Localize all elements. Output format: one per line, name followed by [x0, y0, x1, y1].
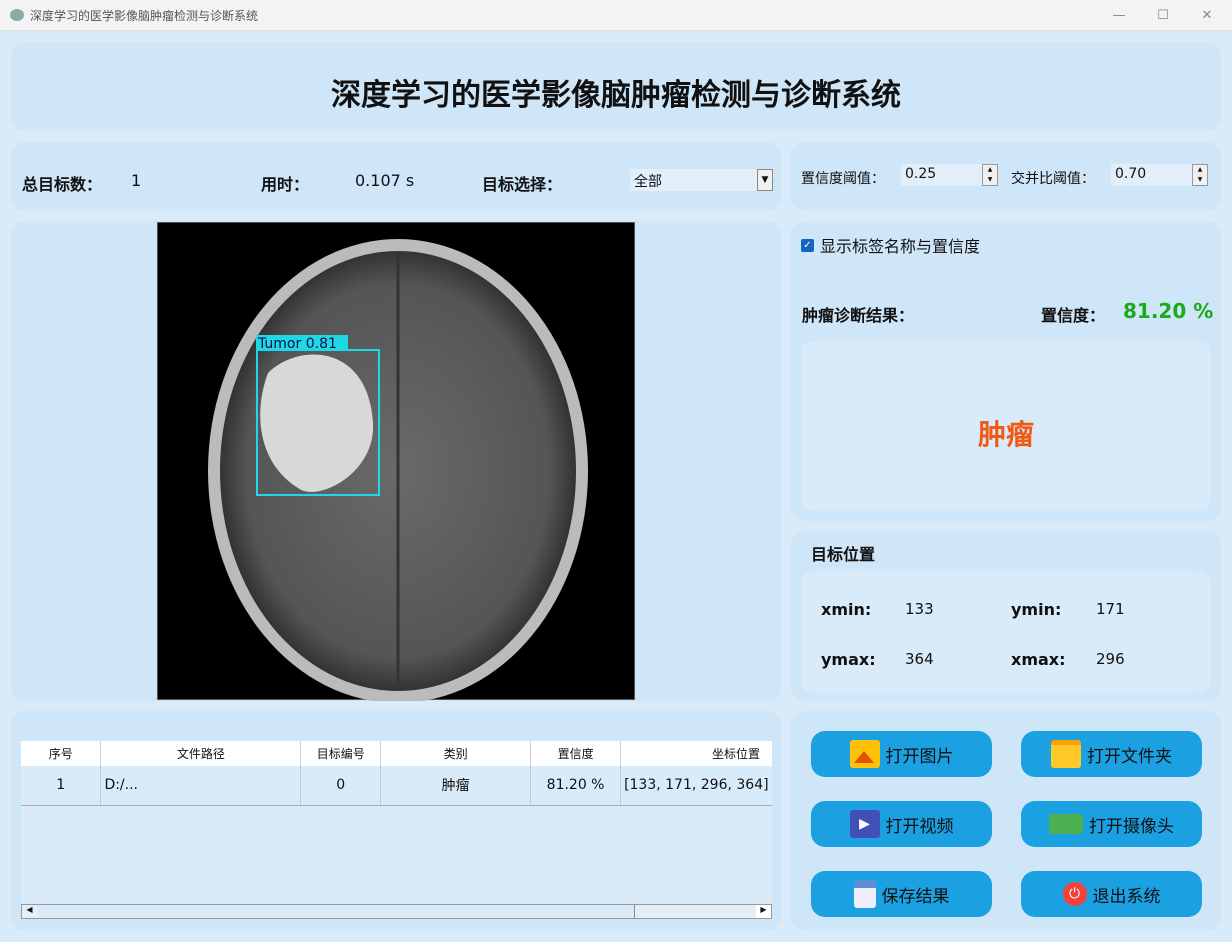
target-select-value: 全部 [634, 174, 662, 190]
col-class[interactable]: 类别 [380, 741, 532, 766]
ymax-value: 364 [905, 650, 934, 668]
diagnosis-result-box: 肿瘤 [801, 341, 1211, 511]
xmax-value: 296 [1096, 650, 1125, 668]
open-video-label: 打开视频 [885, 816, 954, 837]
close-button[interactable]: ✕ [1184, 0, 1230, 31]
xmin-value: 133 [905, 600, 934, 618]
cell-path: D:/... [100, 766, 302, 806]
show-labels-label: 显示标签名称与置信度 [820, 237, 981, 256]
video-icon: ▶ [849, 810, 880, 838]
camera-icon [1049, 814, 1083, 834]
open-image-button[interactable]: 打开图片 [811, 731, 992, 777]
save-results-button[interactable]: 保存结果 [811, 871, 992, 917]
chevron-down-icon[interactable]: ▼ [757, 169, 773, 191]
iou-threshold-value: 0.70 [1115, 166, 1147, 182]
power-icon: ⏻ [1062, 882, 1087, 906]
brain-scan-image: Tumor 0.81 [208, 239, 588, 703]
ymin-label: ymin: [1011, 600, 1062, 619]
conf-threshold-spinbox[interactable]: 0.25 ▲ ▼ [901, 164, 998, 186]
scrollbar-thumb[interactable] [38, 905, 635, 918]
folder-icon [1051, 740, 1081, 768]
table-row[interactable]: 1 D:/... 0 肿瘤 81.20 % [133, 171, 296, 36… [21, 766, 772, 806]
exit-button[interactable]: ⏻ 退出系统 [1021, 871, 1202, 917]
minimize-button[interactable]: — [1096, 0, 1142, 31]
position-panel: 目标位置 xmin: 133 ymin: 171 ymax: 364 xmax:… [791, 531, 1221, 701]
diagnosis-label: 肿瘤诊断结果： [802, 306, 915, 325]
total-label: 总目标数： [22, 175, 103, 194]
col-path[interactable]: 文件路径 [100, 741, 302, 766]
conf-threshold-value: 0.25 [905, 166, 937, 182]
col-index[interactable]: 序号 [21, 741, 102, 766]
show-labels-checkbox[interactable]: ✓ 显示标签名称与置信度 [801, 233, 980, 257]
image-panel: Tumor 0.81 [11, 221, 781, 703]
conf-threshold-label: 置信度阈值： [801, 171, 885, 187]
diagnosis-panel: ✓ 显示标签名称与置信度 肿瘤诊断结果： 置信度： 81.20 % 肿瘤 [791, 221, 1221, 521]
actions-panel: 打开图片 打开文件夹 ▶ 打开视频 打开摄像头 保存结果 ⏻ 退出系统 [791, 711, 1221, 931]
cell-coords: [133, 171, 296, 364] [620, 766, 772, 806]
xmin-label: xmin: [821, 600, 872, 619]
open-camera-label: 打开摄像头 [1089, 816, 1174, 837]
diagnosis-result: 肿瘤 [977, 418, 1034, 451]
scroll-right-icon[interactable]: ▶ [756, 905, 771, 918]
position-box: xmin: 133 ymin: 171 ymax: 364 xmax: 296 [801, 571, 1211, 693]
spin-arrows-icon[interactable]: ▲ ▼ [1192, 164, 1208, 186]
cell-index: 1 [21, 766, 102, 806]
threshold-panel: 置信度阈值： 0.25 ▲ ▼ 交并比阈值： 0.70 ▲ ▼ [791, 142, 1221, 211]
scroll-left-icon[interactable]: ◀ [22, 905, 37, 918]
open-folder-button[interactable]: 打开文件夹 [1021, 731, 1202, 777]
title-bar: 深度学习的医学影像脑肿瘤检测与诊断系统 — ☐ ✕ [0, 0, 1232, 31]
save-results-label: 保存结果 [881, 886, 950, 907]
col-coords[interactable]: 坐标位置 [620, 741, 772, 766]
checkbox-checked-icon[interactable]: ✓ [801, 238, 814, 252]
results-table-panel: 序号 文件路径 目标编号 类别 置信度 坐标位置 1 D:/... 0 肿瘤 8… [11, 711, 781, 931]
window-title: 深度学习的医学影像脑肿瘤检测与诊断系统 [30, 8, 259, 23]
confidence-label: 置信度： [1041, 306, 1106, 325]
cell-class: 肿瘤 [380, 766, 532, 806]
iou-threshold-label: 交并比阈值： [1011, 171, 1095, 187]
total-value: 1 [131, 171, 142, 190]
table-header-row: 序号 文件路径 目标编号 类别 置信度 坐标位置 [21, 741, 772, 766]
header-panel: 深度学习的医学影像脑肿瘤检测与诊断系统 [11, 42, 1221, 131]
open-camera-button[interactable]: 打开摄像头 [1021, 801, 1202, 847]
col-target-id[interactable]: 目标编号 [300, 741, 382, 766]
open-folder-label: 打开文件夹 [1087, 746, 1172, 767]
col-confidence[interactable]: 置信度 [530, 741, 622, 766]
cell-target-id: 0 [300, 766, 382, 806]
page-title: 深度学习的医学影像脑肿瘤检测与诊断系统 [331, 78, 901, 113]
open-video-button[interactable]: ▶ 打开视频 [811, 801, 992, 847]
horizontal-scrollbar[interactable]: ◀ ▶ [21, 904, 772, 919]
detection-label: Tumor 0.81 [257, 336, 337, 352]
image-icon [849, 740, 880, 768]
exit-label: 退出系统 [1092, 886, 1161, 907]
position-title: 目标位置 [811, 545, 876, 564]
time-value: 0.107 s [355, 171, 415, 190]
app-icon [10, 9, 24, 21]
stats-panel: 总目标数： 1 用时： 0.107 s 目标选择： 全部 ▼ [11, 142, 781, 211]
save-icon [853, 880, 876, 908]
confidence-value: 81.20 % [1123, 299, 1214, 323]
select-label: 目标选择： [482, 175, 563, 194]
open-image-label: 打开图片 [885, 746, 954, 767]
results-table[interactable]: 序号 文件路径 目标编号 类别 置信度 坐标位置 1 D:/... 0 肿瘤 8… [21, 741, 772, 919]
iou-threshold-spinbox[interactable]: 0.70 ▲ ▼ [1111, 164, 1208, 186]
time-label: 用时： [261, 175, 310, 194]
cell-confidence: 81.20 % [530, 766, 622, 806]
ymax-label: ymax: [821, 650, 876, 669]
ymin-value: 171 [1096, 600, 1125, 618]
target-select[interactable]: 全部 ▼ [630, 169, 773, 191]
maximize-button[interactable]: ☐ [1140, 0, 1186, 31]
xmax-label: xmax: [1011, 650, 1066, 669]
spin-arrows-icon[interactable]: ▲ ▼ [982, 164, 998, 186]
mri-image: Tumor 0.81 [157, 222, 635, 703]
